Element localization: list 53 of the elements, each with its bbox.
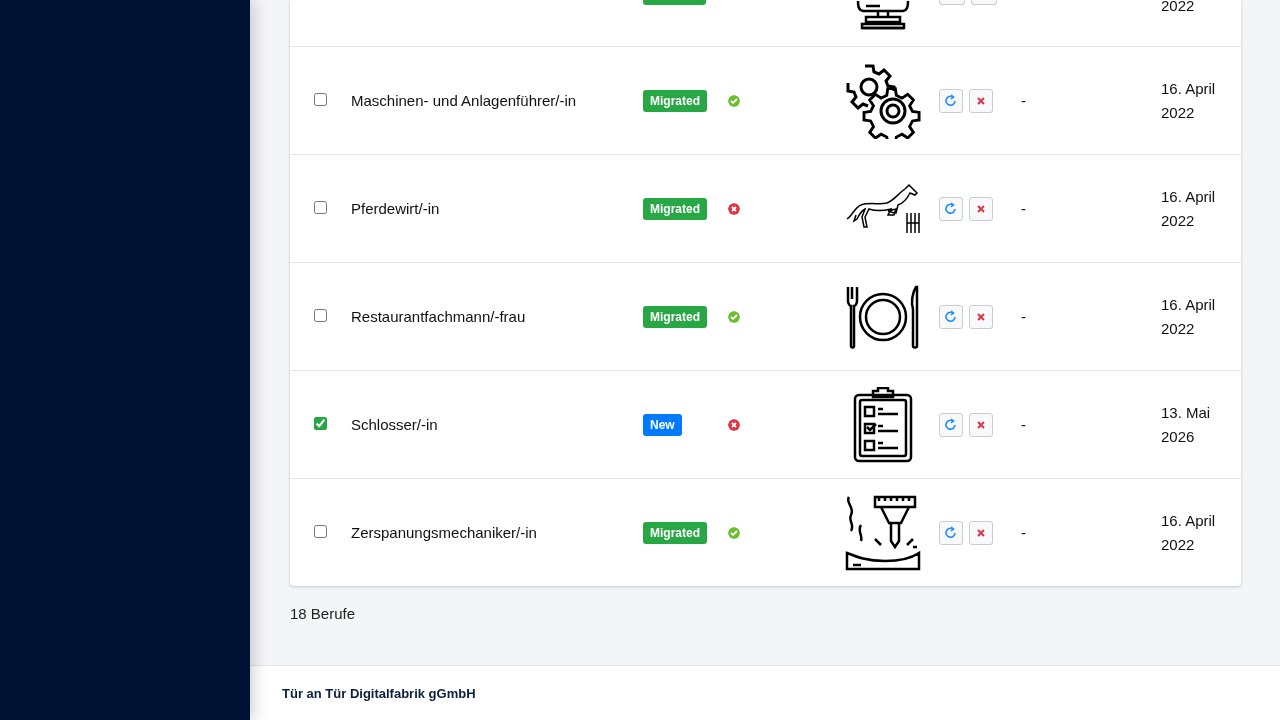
- delete-button[interactable]: [969, 412, 993, 437]
- refresh-button[interactable]: [939, 520, 963, 545]
- date-text: 16. April 2022: [1161, 510, 1217, 555]
- occupation-name: Schlosser/-in: [351, 416, 439, 433]
- date-text: 2022: [1161, 0, 1196, 16]
- refresh-button[interactable]: [939, 304, 963, 329]
- clipboard-checklist-icon: [853, 386, 913, 463]
- close-icon: [977, 96, 985, 105]
- status-badge: Migrated: [643, 521, 707, 544]
- empty-value: -: [1021, 200, 1027, 217]
- status-badge: Migrated: [643, 197, 707, 220]
- refresh-icon: [945, 202, 957, 215]
- close-icon: [977, 312, 985, 321]
- date-text: 16. April 2022: [1161, 186, 1217, 231]
- gears-icon: [845, 62, 921, 139]
- close-icon: [977, 204, 985, 213]
- status-badge: New: [643, 413, 682, 436]
- delete-button[interactable]: [969, 520, 993, 545]
- company-name: Tür an Tür Digitalfabrik gGmbH: [282, 685, 476, 701]
- row-checkbox[interactable]: [314, 417, 327, 430]
- refresh-icon: [945, 94, 957, 107]
- row-checkbox[interactable]: [314, 309, 327, 322]
- delete-button[interactable]: [969, 304, 993, 329]
- refresh-icon: [945, 418, 957, 431]
- empty-value: -: [1021, 308, 1027, 325]
- plate-cutlery-icon: [845, 284, 921, 349]
- close-icon: [977, 528, 985, 537]
- horse-icon: [845, 182, 921, 235]
- delete-button[interactable]: [969, 88, 993, 113]
- refresh-button[interactable]: [939, 88, 963, 113]
- close-icon: [977, 420, 985, 429]
- date-text: 13. Mai 2026: [1161, 402, 1212, 447]
- row-checkbox[interactable]: [314, 201, 327, 214]
- occupation-name: Maschinen- und Anlagenführer/-in: [351, 92, 578, 109]
- delete-button[interactable]: [969, 196, 993, 221]
- date-text: 16. April 2022: [1161, 294, 1217, 339]
- empty-value: -: [1021, 416, 1027, 433]
- occupation-name: Zerspanungsmechaniker/-in: [351, 524, 538, 541]
- status-badge: Migrated: [643, 305, 707, 328]
- occupation-count: 18 Berufe: [290, 605, 356, 622]
- occupation-name: Restaurantfachmann/-frau: [351, 308, 527, 325]
- row-checkbox[interactable]: [314, 93, 327, 106]
- refresh-icon: [945, 526, 957, 539]
- milling-drill-icon: [845, 494, 921, 571]
- status-badge: Migrated: [643, 89, 707, 112]
- occupation-name: Pferdewirt/-in: [351, 200, 441, 217]
- empty-value: -: [1021, 92, 1027, 109]
- row-checkbox[interactable]: [314, 525, 327, 538]
- refresh-button[interactable]: [939, 196, 963, 221]
- date-text: 16. April 2022: [1161, 78, 1217, 123]
- refresh-button[interactable]: [939, 412, 963, 437]
- empty-value: -: [1021, 524, 1027, 541]
- refresh-icon: [945, 310, 957, 323]
